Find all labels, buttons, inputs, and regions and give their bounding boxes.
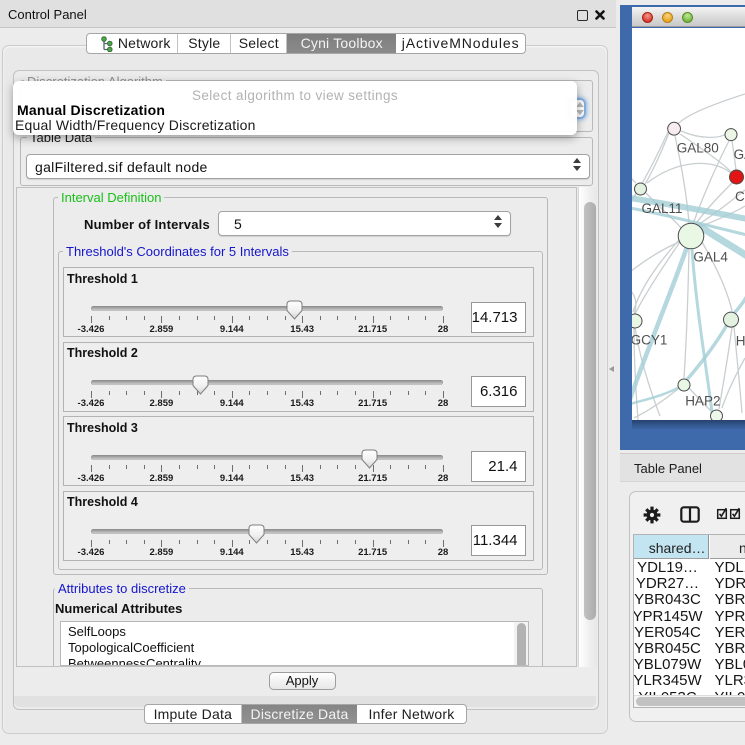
svg-text:HAP2: HAP2 — [685, 394, 720, 409]
svg-text:GA: GA — [734, 147, 745, 162]
svg-text:CR: CR — [735, 189, 745, 204]
svg-text:GAL11: GAL11 — [642, 201, 683, 216]
svg-text:GAL80: GAL80 — [677, 141, 719, 156]
svg-text:HA: HA — [736, 334, 745, 349]
svg-text:GCY1: GCY1 — [632, 333, 667, 348]
svg-text:GAL4: GAL4 — [693, 250, 728, 265]
